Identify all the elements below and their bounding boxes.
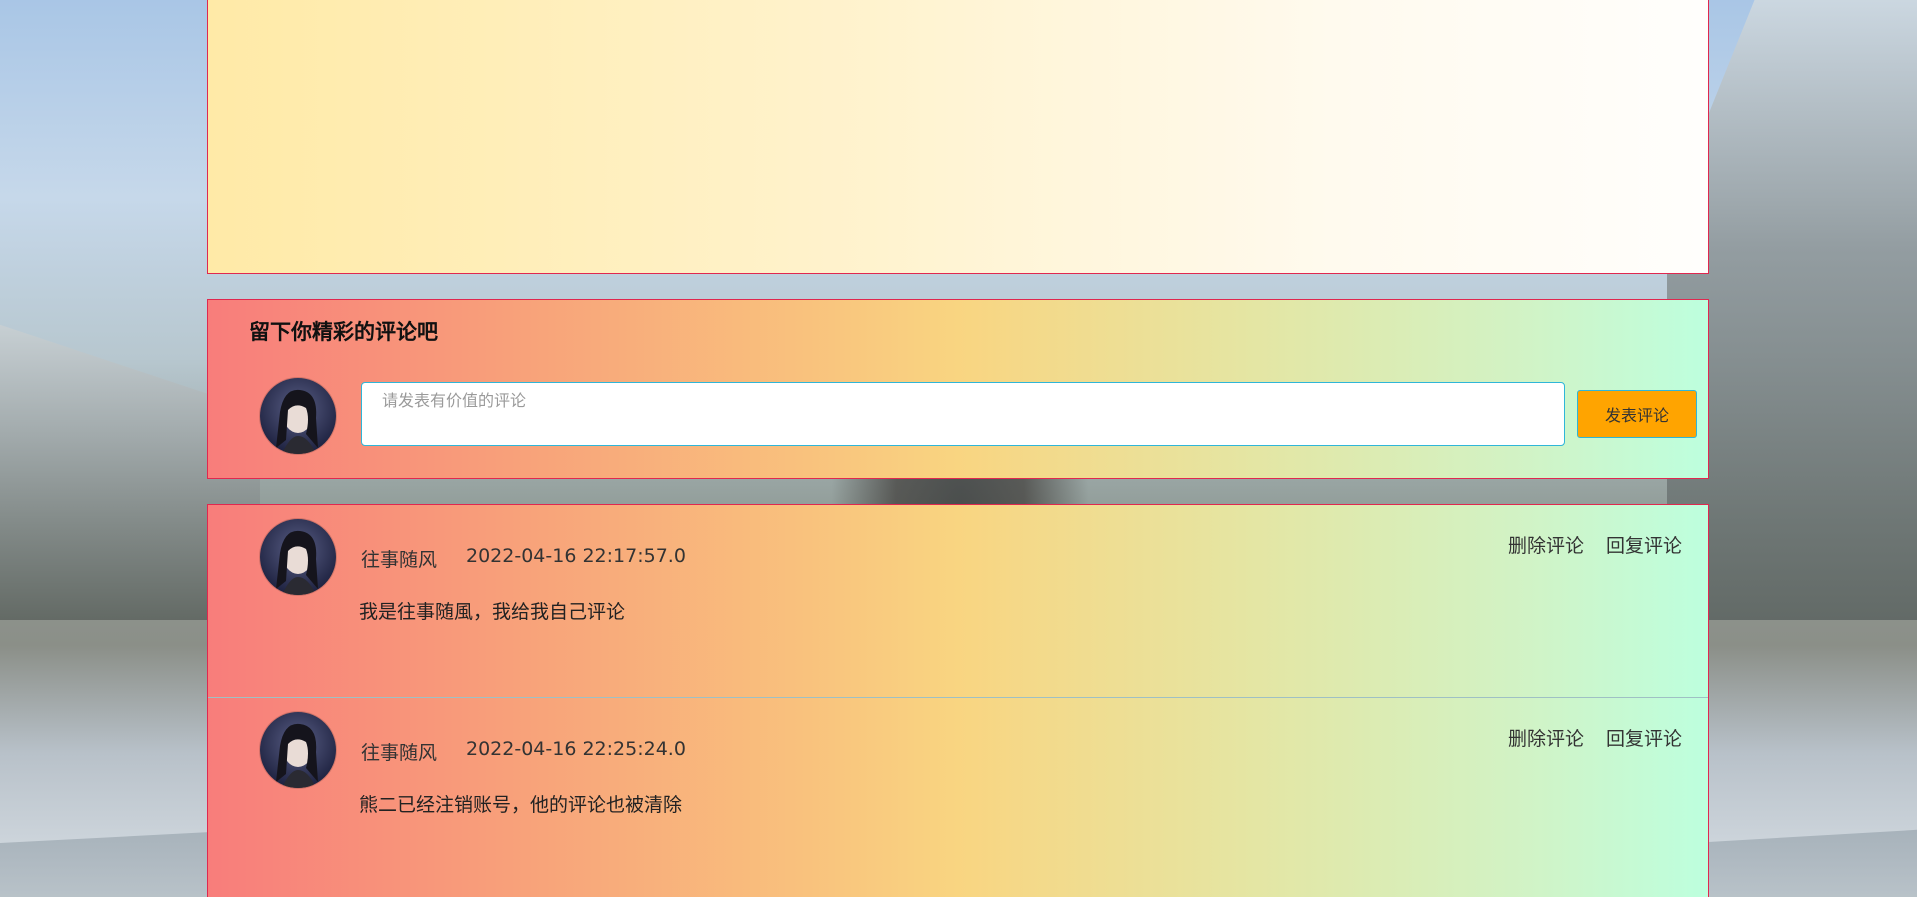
- comment-list: 往事随风 2022-04-16 22:17:57.0 我是往事随風，我给我自己评…: [207, 504, 1709, 897]
- comment-avatar: [260, 519, 336, 595]
- comment-form-title: 留下你精彩的评论吧: [249, 320, 438, 344]
- article-content-panel: [207, 0, 1709, 274]
- comment-actions: 删除评论 回复评论: [1508, 531, 1682, 558]
- comment-item: 往事随风 2022-04-16 22:17:57.0 我是往事随風，我给我自己评…: [208, 505, 1708, 697]
- comment-avatar: [260, 712, 336, 788]
- comment-timestamp: 2022-04-16 22:17:57.0: [466, 545, 686, 567]
- delete-comment-link[interactable]: 删除评论: [1508, 531, 1584, 558]
- comment-actions: 删除评论 回复评论: [1508, 724, 1682, 751]
- comment-input[interactable]: [361, 382, 1565, 446]
- comment-username: 往事随风: [361, 549, 438, 571]
- reply-comment-link[interactable]: 回复评论: [1606, 531, 1682, 558]
- comment-form: 留下你精彩的评论吧 发表评论: [207, 299, 1709, 479]
- delete-comment-link[interactable]: 删除评论: [1508, 724, 1584, 751]
- current-user-avatar: [260, 378, 336, 454]
- comment-text: 熊二已经注销账号，他的评论也被清除: [359, 794, 683, 816]
- avatar-icon: [260, 378, 336, 454]
- comment-username: 往事随风: [361, 742, 438, 764]
- submit-comment-button[interactable]: 发表评论: [1577, 390, 1697, 438]
- avatar-icon: [260, 519, 336, 595]
- comment-text: 我是往事随風，我给我自己评论: [359, 601, 626, 623]
- comment-item: 往事随风 2022-04-16 22:25:24.0 熊二已经注销账号，他的评论…: [208, 697, 1708, 890]
- comment-timestamp: 2022-04-16 22:25:24.0: [466, 738, 686, 760]
- reply-comment-link[interactable]: 回复评论: [1606, 724, 1682, 751]
- avatar-icon: [260, 712, 336, 788]
